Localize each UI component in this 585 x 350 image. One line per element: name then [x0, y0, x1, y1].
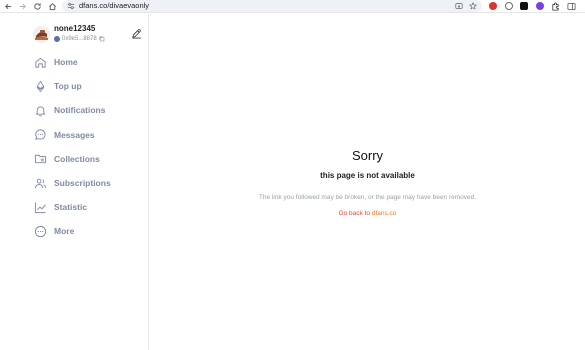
wallet-address: 0x9e5...8878: [54, 36, 105, 42]
sidebar-item-label: Home: [54, 57, 78, 68]
extension-red-icon[interactable]: [488, 1, 498, 11]
install-app-icon[interactable]: [455, 2, 463, 10]
browser-toolbar: dfans.co/divaevaonly: [0, 0, 585, 13]
sidebar-item-subscriptions[interactable]: Subscriptions: [34, 171, 144, 195]
sidebar-item-label: More: [54, 226, 75, 237]
go-back-link[interactable]: dfans.co: [372, 210, 397, 217]
back-icon[interactable]: [3, 1, 14, 12]
go-back-text: Go back to: [338, 210, 372, 217]
chat-bubble-icon: [34, 128, 47, 141]
wallet-icon: [54, 36, 60, 42]
more-circle-icon: [34, 225, 47, 238]
extensions-puzzle-icon[interactable]: [550, 1, 560, 11]
reload-icon[interactable]: [32, 1, 43, 12]
sidebar-item-notifications[interactable]: Notifications: [34, 98, 144, 122]
sidebar-item-more[interactable]: More: [34, 219, 144, 243]
home-icon: [34, 56, 47, 69]
side-panel-icon[interactable]: [566, 1, 576, 11]
sidebar-item-label: Messages: [54, 129, 95, 140]
wallet-address-text: 0x9e5...8878: [62, 36, 97, 42]
sidebar-item-collections[interactable]: Collections: [34, 147, 144, 171]
sidebar-menu: Home Top up Notifications Messages Colle…: [34, 50, 144, 244]
main-content: Sorry this page is not available The lin…: [150, 14, 585, 350]
sidebar-item-messages[interactable]: Messages: [34, 123, 144, 147]
sidebar-item-label: Subscriptions: [54, 178, 111, 189]
sidebar-item-label: Top up: [54, 81, 82, 92]
extension-dark-icon[interactable]: [519, 1, 529, 11]
go-back-line: Go back to dfans.co: [150, 210, 585, 217]
forward-icon[interactable]: [17, 1, 28, 12]
extension-grey-icon[interactable]: [504, 1, 514, 11]
error-subtitle: this page is not available: [320, 171, 415, 180]
username: none12345: [54, 24, 96, 33]
sidebar-item-label: Notifications: [54, 105, 106, 116]
sidebar: none12345 0x9e5...8878 Home Top up Notif…: [0, 14, 149, 350]
chart-line-icon: [34, 201, 47, 214]
profile-card[interactable]: none12345 0x9e5...8878: [33, 24, 143, 46]
error-title: Sorry: [351, 148, 384, 163]
sidebar-item-label: Statistic: [54, 202, 88, 213]
bookmark-star-icon[interactable]: [469, 2, 477, 10]
avatar[interactable]: [33, 26, 50, 43]
ethereum-icon: [34, 80, 47, 93]
sidebar-item-label: Collections: [54, 153, 100, 164]
sidebar-item-statistic[interactable]: Statistic: [34, 195, 144, 219]
sidebar-item-home[interactable]: Home: [34, 50, 144, 74]
extension-purple-icon[interactable]: [535, 1, 545, 11]
site-settings-icon[interactable]: [67, 2, 75, 10]
bell-icon: [34, 104, 47, 117]
users-icon: [34, 177, 47, 190]
edit-icon[interactable]: [131, 28, 142, 39]
url-text[interactable]: dfans.co/divaevaonly: [79, 1, 149, 11]
address-bar[interactable]: dfans.co/divaevaonly: [62, 0, 482, 12]
home-icon[interactable]: [47, 1, 58, 12]
folder-star-icon: [34, 152, 47, 165]
sidebar-item-top-up[interactable]: Top up: [34, 74, 144, 98]
error-description: The link you followed may be broken, or …: [258, 194, 477, 201]
copy-icon[interactable]: [99, 36, 105, 42]
